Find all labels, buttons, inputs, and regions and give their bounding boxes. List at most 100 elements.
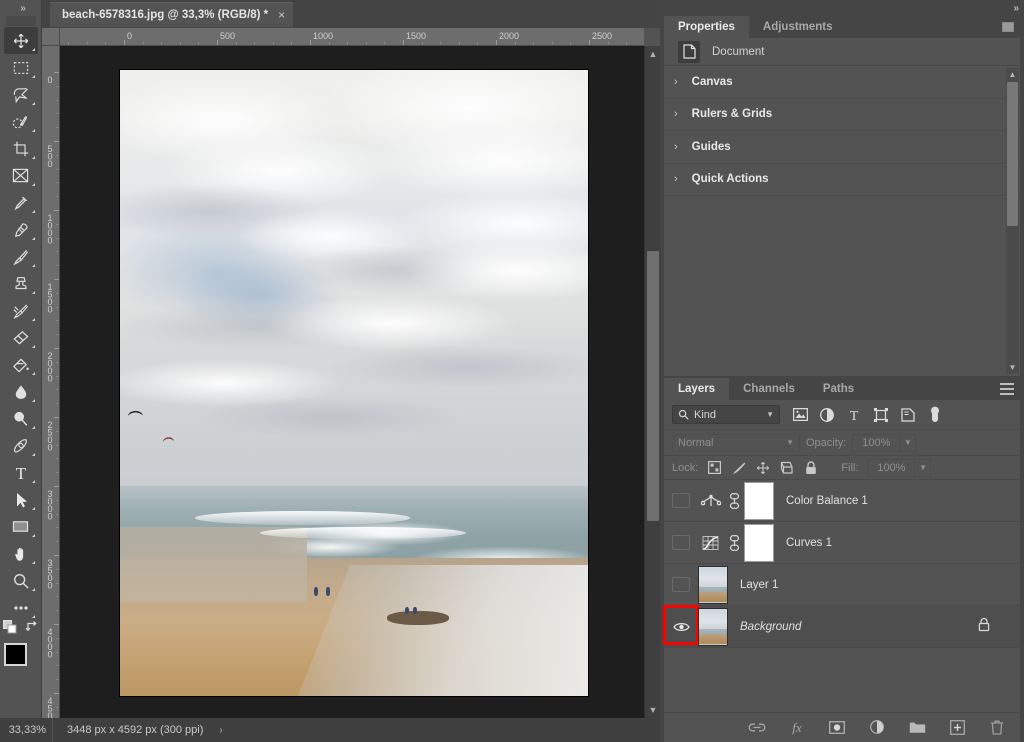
tab-adjustments[interactable]: Adjustments (749, 16, 847, 38)
toolbar-drag-handle[interactable] (6, 16, 36, 26)
lock-image-pixels-icon[interactable] (731, 460, 746, 476)
opacity-input[interactable]: 100% (852, 434, 900, 452)
default-colors-icon[interactable] (3, 620, 18, 639)
horizontal-ruler[interactable]: 000500100015002000250030003500 (60, 28, 644, 46)
status-expand-icon[interactable]: › (203, 725, 222, 736)
tool-eyedropper-tool[interactable] (4, 189, 38, 216)
canvas-area[interactable] (60, 46, 644, 718)
table-row[interactable]: Layer 1 (664, 564, 1020, 606)
table-row[interactable]: Background (664, 606, 1020, 648)
tool-zoom-tool[interactable] (4, 567, 38, 594)
swap-colors-icon[interactable] (25, 620, 39, 639)
tool-gradient-tool[interactable] (4, 351, 38, 378)
scroll-down-icon[interactable]: ▼ (645, 702, 661, 718)
tab-channels[interactable]: Channels (729, 378, 809, 400)
mask-link-icon[interactable] (724, 535, 744, 551)
opacity-slider-icon[interactable]: ▼ (900, 434, 916, 452)
scroll-up-icon[interactable]: ▲ (645, 46, 661, 62)
scroll-down-icon[interactable]: ▼ (1006, 361, 1019, 374)
blend-mode-select[interactable]: Normal ▼ (672, 434, 800, 452)
scroll-up-icon[interactable]: ▲ (1006, 68, 1019, 81)
tool-rectangle-tool[interactable] (4, 513, 38, 540)
tool-crop-tool[interactable] (4, 135, 38, 162)
layer-visibility-toggle[interactable] (664, 480, 698, 522)
tool-path-selection-tool[interactable] (4, 486, 38, 513)
property-section-rulers-grids[interactable]: › Rulers & Grids (664, 99, 1020, 132)
vertical-scroll-thumb[interactable] (647, 251, 659, 521)
layer-style-fx-icon[interactable]: fx (788, 719, 806, 737)
link-layers-icon[interactable] (748, 719, 766, 737)
filter-kind-select[interactable]: Kind ▼ (672, 405, 780, 424)
tool-move-tool[interactable] (4, 27, 38, 54)
add-layer-mask-icon[interactable] (828, 719, 846, 737)
new-layer-icon[interactable] (948, 719, 966, 737)
foreground-color-swatch[interactable] (4, 643, 27, 666)
tool-eraser-tool[interactable] (4, 324, 38, 351)
tool-rectangular-marquee-tool[interactable] (4, 54, 38, 81)
filter-smart-objects-icon[interactable] (900, 406, 916, 424)
ruler-label: 500 (45, 144, 55, 167)
mask-link-icon[interactable] (724, 493, 744, 509)
new-adjustment-layer-icon[interactable] (868, 719, 886, 737)
lock-position-icon[interactable] (755, 460, 770, 476)
canvas-vertical-scrollbar[interactable]: ▲ ▼ (644, 46, 660, 718)
document-tab[interactable]: beach-6578316.jpg @ 33,3% (RGB/8) * × (50, 2, 293, 27)
layer-visibility-toggle[interactable] (664, 564, 698, 606)
lock-artboard-nesting-icon[interactable] (779, 460, 794, 476)
document-canvas[interactable] (120, 70, 588, 696)
close-icon[interactable]: × (278, 8, 285, 22)
chevron-down-icon[interactable]: ▼ (766, 410, 774, 419)
tool-spot-healing-brush-tool[interactable] (4, 216, 38, 243)
filter-pixel-layers-icon[interactable] (792, 406, 808, 424)
fill-slider-icon[interactable]: ▼ (915, 459, 931, 477)
tab-layers[interactable]: Layers (664, 378, 729, 400)
new-group-icon[interactable] (908, 719, 926, 737)
property-section-guides[interactable]: › Guides (664, 131, 1020, 164)
tool-hand-tool[interactable] (4, 540, 38, 567)
fill-input[interactable]: 100% (867, 459, 915, 477)
tool-brush-tool[interactable] (4, 243, 38, 270)
properties-scrollbar[interactable]: ▲ ▼ (1006, 68, 1019, 374)
ruler-corner[interactable] (42, 28, 60, 46)
filter-toggle-icon[interactable] (927, 406, 943, 424)
property-section-canvas[interactable]: › Canvas (664, 66, 1020, 99)
tool-object-selection-tool[interactable] (4, 108, 38, 135)
hamburger-menu-icon[interactable] (1000, 383, 1014, 395)
properties-scroll-thumb[interactable] (1007, 82, 1018, 226)
layer-thumbnail[interactable] (698, 608, 728, 646)
zoom-level[interactable]: 33,33% (0, 724, 52, 736)
layer-mask-thumbnail[interactable] (744, 482, 774, 520)
lock-transparent-pixels-icon[interactable] (707, 460, 722, 476)
layer-visibility-toggle[interactable] (664, 606, 698, 648)
tab-properties[interactable]: Properties (664, 16, 749, 38)
tool-dodge-tool[interactable] (4, 405, 38, 432)
tool-history-brush-tool[interactable] (4, 297, 38, 324)
tool-clone-stamp-tool[interactable] (4, 270, 38, 297)
tool-frame-tool[interactable] (4, 162, 38, 189)
property-section-quick-actions[interactable]: › Quick Actions (664, 164, 1020, 197)
collapse-panels-icon[interactable]: » (1013, 3, 1018, 14)
layer-thumbnail[interactable] (698, 566, 728, 604)
lock-all-icon[interactable] (803, 460, 818, 476)
tab-paths[interactable]: Paths (809, 378, 868, 400)
tool-lasso-tool[interactable] (4, 81, 38, 108)
filter-adjustment-layers-icon[interactable] (819, 406, 835, 424)
tool-blur-tool[interactable] (4, 378, 38, 405)
tool-edit-toolbar-tool[interactable] (4, 594, 38, 621)
expand-toolbar-icon[interactable]: » (0, 0, 42, 16)
color-controls-row (3, 621, 39, 637)
layer-visibility-toggle[interactable] (664, 522, 698, 564)
table-row[interactable]: Color Balance 1 (664, 480, 1020, 522)
filter-shape-layers-icon[interactable] (873, 406, 889, 424)
filter-type-layers-icon[interactable]: T (846, 406, 862, 424)
vertical-ruler[interactable]: 050010001500200025003000350040004500 (42, 46, 60, 718)
layer-mask-thumbnail[interactable] (744, 524, 774, 562)
ruler-tick (124, 40, 125, 45)
chevron-down-icon[interactable]: ▼ (786, 438, 794, 447)
table-row[interactable]: Curves 1 (664, 522, 1020, 564)
ruler-tick-minor (56, 500, 59, 501)
tool-pen-tool[interactable] (4, 432, 38, 459)
panel-menu-icon[interactable] (1002, 22, 1014, 32)
tool-horizontal-type-tool[interactable]: T (4, 459, 38, 486)
delete-layer-icon[interactable] (988, 719, 1006, 737)
